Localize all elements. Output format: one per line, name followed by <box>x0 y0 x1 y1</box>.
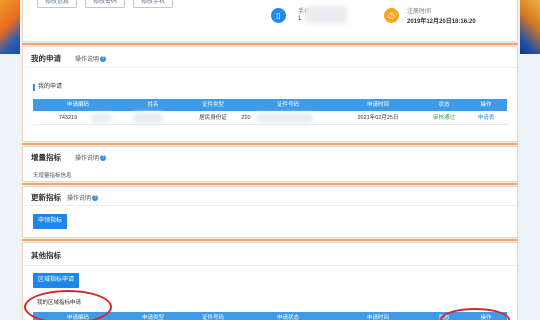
help-label: 操作说明 <box>75 156 100 162</box>
my-application-section: 我的申请 操作说明? 我的申请 申请编码 姓名 证件类型 证件号码 申请时间 状… <box>22 46 518 142</box>
phone-icon: ▯ <box>271 8 286 23</box>
regional-indicator-button[interactable]: 区域指标申请 <box>33 273 79 288</box>
table-row: 743219 居民身份证 220 2021年02月25日 审核通过 申请表 <box>33 111 507 125</box>
column-header: 申请类型 <box>141 315 164 320</box>
column-header: 姓名 <box>147 102 159 108</box>
increment-section: 增量指标 操作说明? 无增量指标信息 <box>22 146 518 182</box>
register-label: 注册时间 <box>407 9 432 15</box>
section-title: 其他指标 <box>31 251 61 260</box>
column-header: 操作 <box>480 102 492 108</box>
column-header: 证件号码 <box>276 102 299 108</box>
masked-phone <box>305 6 347 24</box>
column-header: 申请状态 <box>276 315 299 320</box>
help-link[interactable]: 操作说明? <box>75 54 107 63</box>
background-photo <box>520 0 540 54</box>
change-password-button[interactable]: 修改密码 <box>85 0 125 8</box>
profile-header: 修改信息 修改密码 修改手机 ▯ 手机 1 ◷ 注册时间 2019年12月20日… <box>22 0 518 42</box>
column-header: 证件号码 <box>201 315 224 320</box>
section-title: 增量指标 <box>31 153 61 162</box>
divider <box>22 183 518 185</box>
column-header: 申请编码 <box>66 102 89 108</box>
background-photo <box>0 0 20 54</box>
divider <box>23 265 517 266</box>
claim-indicator-button[interactable]: 申领指标 <box>33 214 67 229</box>
help-icon: ? <box>100 155 107 162</box>
help-label: 操作说明 <box>67 196 92 202</box>
update-section: 更新指标 操作说明? 申领指标 <box>22 186 518 238</box>
help-icon: ? <box>92 195 99 202</box>
masked-code <box>91 113 111 123</box>
column-header: 证件类型 <box>201 102 224 108</box>
phone-value: 1 <box>298 16 302 22</box>
divider <box>23 67 517 68</box>
help-icon: ? <box>100 56 107 63</box>
status-text: 审核通过 <box>432 115 455 121</box>
application-time: 2021年02月25日 <box>357 115 399 121</box>
masked-id-number <box>257 113 313 123</box>
right-background <box>520 0 540 320</box>
change-phone-button[interactable]: 修改手机 <box>133 0 173 8</box>
table-header: 申请编码 姓名 证件类型 证件号码 申请时间 状态 操作 <box>33 99 507 111</box>
divider <box>22 43 518 45</box>
divider <box>22 143 518 145</box>
divider <box>22 239 518 241</box>
help-link[interactable]: 操作说明? <box>67 193 99 202</box>
column-header: 状态 <box>438 102 450 108</box>
application-form-link[interactable]: 申请表 <box>465 111 507 125</box>
edit-info-button[interactable]: 修改信息 <box>37 0 77 8</box>
section-title: 更新指标 <box>31 193 61 202</box>
subheading: 我的申请 <box>33 84 62 91</box>
register-value: 2019年12月20日18:16:20 <box>407 19 476 25</box>
clock-icon: ◷ <box>384 8 399 23</box>
masked-name <box>133 112 163 124</box>
help-link[interactable]: 操作说明? <box>75 153 107 162</box>
column-header: 申请时间 <box>366 102 389 108</box>
empty-text: 无增量指标信息 <box>33 173 72 179</box>
section-title: 我的申请 <box>31 54 61 63</box>
divider <box>23 205 517 206</box>
annotation-oval <box>24 290 112 320</box>
column-header: 申请时间 <box>366 315 389 320</box>
left-background <box>0 0 20 320</box>
help-label: 操作说明 <box>75 57 100 63</box>
